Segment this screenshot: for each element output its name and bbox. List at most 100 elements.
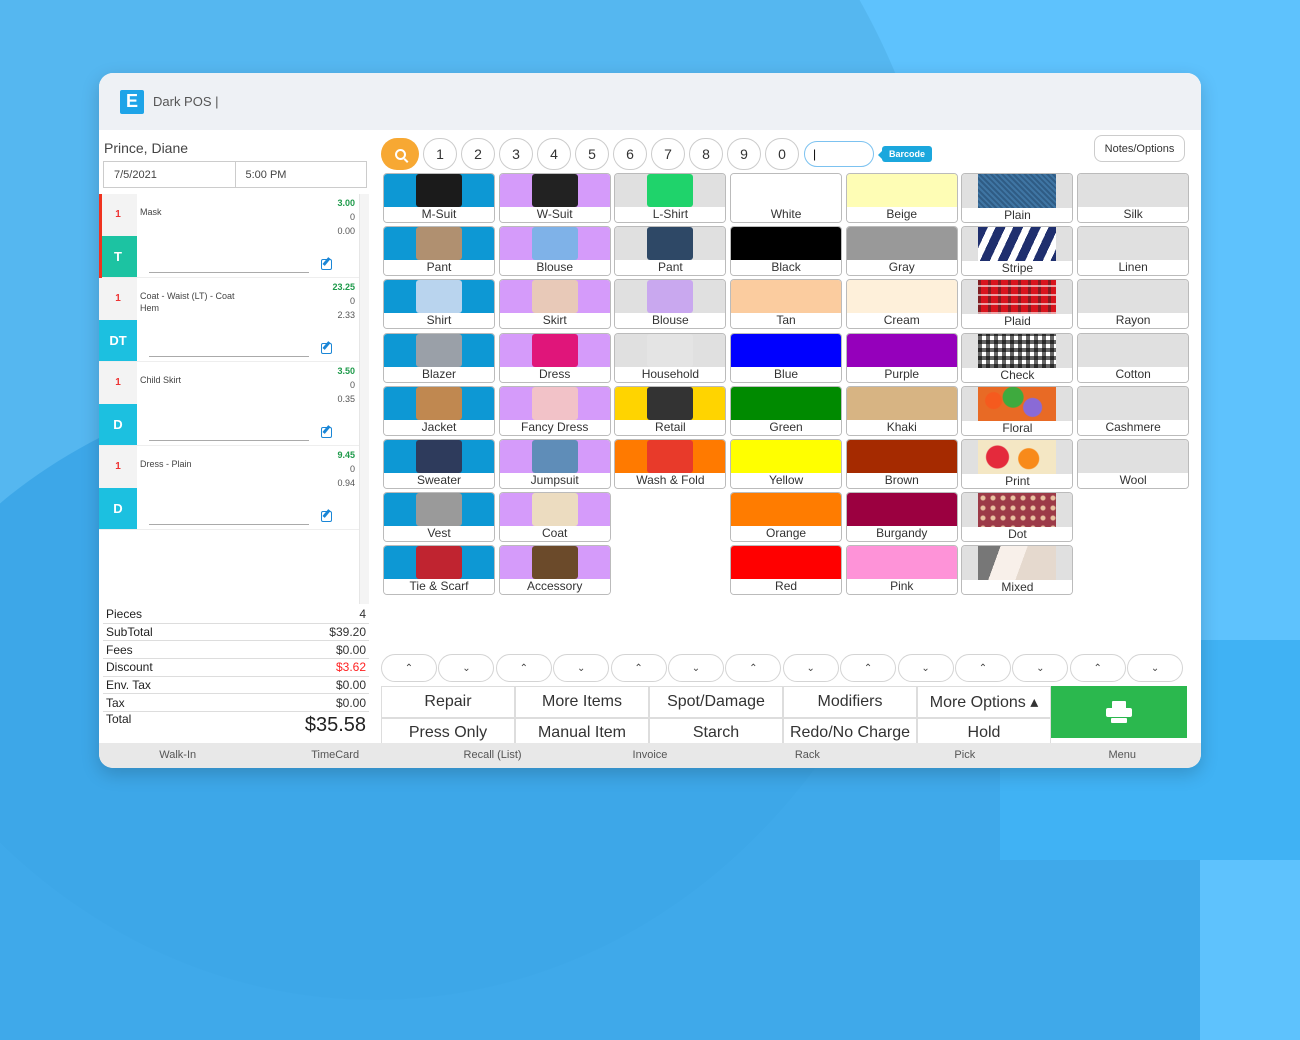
scroll-up-button[interactable]: ⌃: [610, 654, 667, 682]
customer-name[interactable]: Prince, Diane: [99, 130, 371, 161]
item-tile-pant[interactable]: Pant: [383, 226, 495, 277]
item-tile-burgandy[interactable]: Burgandy: [845, 492, 958, 543]
order-item[interactable]: 1 D Child Skirt 3.50 0 0.35: [99, 362, 359, 446]
item-tile-gray[interactable]: Gray: [845, 226, 958, 277]
item-tile-pant[interactable]: Pant: [614, 226, 727, 277]
scroll-down-button[interactable]: ⌄: [1127, 654, 1184, 682]
item-tile-cashmere[interactable]: Cashmere: [1077, 385, 1190, 436]
scroll-down-button[interactable]: ⌄: [667, 654, 724, 682]
nav-rack[interactable]: Rack: [729, 743, 886, 768]
keypad-key[interactable]: 8: [689, 138, 723, 170]
item-quantity[interactable]: 1: [99, 362, 137, 404]
item-tile-beige[interactable]: Beige: [845, 173, 958, 223]
item-tile-tie-scarf[interactable]: Tie & Scarf: [383, 545, 495, 596]
item-tile-rayon[interactable]: Rayon: [1077, 279, 1190, 330]
item-tile-m-suit[interactable]: M-Suit: [383, 173, 495, 223]
order-time[interactable]: 5:00 PM: [234, 162, 367, 187]
item-tile-jumpsuit[interactable]: Jumpsuit: [498, 438, 611, 489]
item-tile-shirt[interactable]: Shirt: [383, 279, 495, 330]
item-tile-dot[interactable]: Dot: [961, 492, 1074, 543]
keypad-key[interactable]: 2: [461, 138, 495, 170]
item-tile-sweater[interactable]: Sweater: [383, 438, 495, 489]
item-tile-white[interactable]: White: [730, 173, 843, 223]
nav-menu[interactable]: Menu: [1044, 743, 1201, 768]
nav-timecard[interactable]: TimeCard: [256, 743, 413, 768]
item-tile-stripe[interactable]: Stripe: [961, 226, 1074, 277]
item-tile-coat[interactable]: Coat: [498, 492, 611, 543]
item-tile-cream[interactable]: Cream: [845, 279, 958, 330]
action-more-options-button[interactable]: More Options ▴: [917, 686, 1051, 718]
scroll-down-button[interactable]: ⌄: [438, 654, 495, 682]
item-tile-blouse[interactable]: Blouse: [498, 226, 611, 277]
item-tile-jacket[interactable]: Jacket: [383, 385, 495, 436]
item-tile-dress[interactable]: Dress: [498, 332, 611, 383]
keypad-key[interactable]: 3: [499, 138, 533, 170]
item-tile-linen[interactable]: Linen: [1077, 226, 1190, 277]
item-tile-tan[interactable]: Tan: [730, 279, 843, 330]
order-item[interactable]: 1 DT Coat - Waist (LT) - Coat Hem 23.25 0 2.3…: [99, 278, 359, 362]
item-tile-orange[interactable]: Orange: [730, 492, 843, 543]
order-list-scrollbar[interactable]: [359, 194, 369, 604]
action-modifiers-button[interactable]: Modifiers: [783, 686, 917, 718]
item-tile-green[interactable]: Green: [730, 385, 843, 436]
keypad-key[interactable]: 4: [537, 138, 571, 170]
item-tile-check[interactable]: Check: [961, 332, 1074, 383]
item-tile-vest[interactable]: Vest: [383, 492, 495, 543]
keypad-key[interactable]: 9: [727, 138, 761, 170]
note-line[interactable]: [149, 440, 309, 441]
item-quantity[interactable]: 1: [99, 194, 137, 236]
scroll-down-button[interactable]: ⌄: [782, 654, 839, 682]
item-tile-print[interactable]: Print: [961, 438, 1074, 489]
item-tile-accessory[interactable]: Accessory: [498, 545, 611, 596]
scroll-up-button[interactable]: ⌃: [725, 654, 782, 682]
edit-icon[interactable]: [321, 511, 332, 522]
item-tile-w-suit[interactable]: W-Suit: [498, 173, 611, 223]
item-tile-plain[interactable]: Plain: [961, 173, 1074, 223]
item-quantity[interactable]: 1: [99, 446, 137, 488]
nav-pick[interactable]: Pick: [886, 743, 1043, 768]
item-tile-yellow[interactable]: Yellow: [730, 438, 843, 489]
note-line[interactable]: [149, 524, 309, 525]
scroll-down-button[interactable]: ⌄: [1012, 654, 1069, 682]
item-tile-black[interactable]: Black: [730, 226, 843, 277]
keypad-key[interactable]: 5: [575, 138, 609, 170]
item-tile-wool[interactable]: Wool: [1077, 438, 1190, 489]
item-tile-pink[interactable]: Pink: [845, 545, 958, 596]
edit-icon[interactable]: [321, 343, 332, 354]
notes-options-button[interactable]: Notes/Options: [1094, 135, 1185, 162]
nav-recall-list[interactable]: Recall (List): [414, 743, 571, 768]
scroll-up-button[interactable]: ⌃: [954, 654, 1011, 682]
item-tile-mixed[interactable]: Mixed: [961, 545, 1074, 596]
item-tile-household[interactable]: Household: [614, 332, 727, 383]
scroll-up-button[interactable]: ⌃: [495, 654, 552, 682]
scroll-up-button[interactable]: ⌃: [840, 654, 897, 682]
scroll-down-button[interactable]: ⌄: [897, 654, 954, 682]
edit-icon[interactable]: [321, 427, 332, 438]
item-tile-plaid[interactable]: Plaid: [961, 279, 1074, 330]
note-line[interactable]: [149, 356, 309, 357]
order-date[interactable]: 7/5/2021: [104, 162, 235, 187]
order-item[interactable]: 1 T Mask 3.00 0 0.00: [99, 194, 359, 278]
item-tile-blazer[interactable]: Blazer: [383, 332, 495, 383]
edit-icon[interactable]: [321, 259, 332, 270]
item-quantity[interactable]: 1: [99, 278, 137, 320]
keypad-key[interactable]: 0: [765, 138, 799, 170]
item-tile-skirt[interactable]: Skirt: [498, 279, 611, 330]
nav-walk-in[interactable]: Walk-In: [99, 743, 256, 768]
item-tile-blue[interactable]: Blue: [730, 332, 843, 383]
item-tile-floral[interactable]: Floral: [961, 385, 1074, 436]
item-tile-fancy-dress[interactable]: Fancy Dress: [498, 385, 611, 436]
action-repair-button[interactable]: Repair: [381, 686, 515, 718]
item-tile-cotton[interactable]: Cotton: [1077, 332, 1190, 383]
note-line[interactable]: [149, 272, 309, 273]
item-tile-wash-fold[interactable]: Wash & Fold: [614, 438, 727, 489]
item-tile-l-shirt[interactable]: L-Shirt: [614, 173, 727, 223]
barcode-input[interactable]: [804, 141, 874, 167]
item-tile-khaki[interactable]: Khaki: [845, 385, 958, 436]
item-tile-blouse[interactable]: Blouse: [614, 279, 727, 330]
scroll-up-button[interactable]: ⌃: [1069, 654, 1126, 682]
scroll-down-button[interactable]: ⌄: [553, 654, 610, 682]
keypad-key[interactable]: 7: [651, 138, 685, 170]
item-tile-brown[interactable]: Brown: [845, 438, 958, 489]
item-tile-silk[interactable]: Silk: [1077, 173, 1190, 223]
